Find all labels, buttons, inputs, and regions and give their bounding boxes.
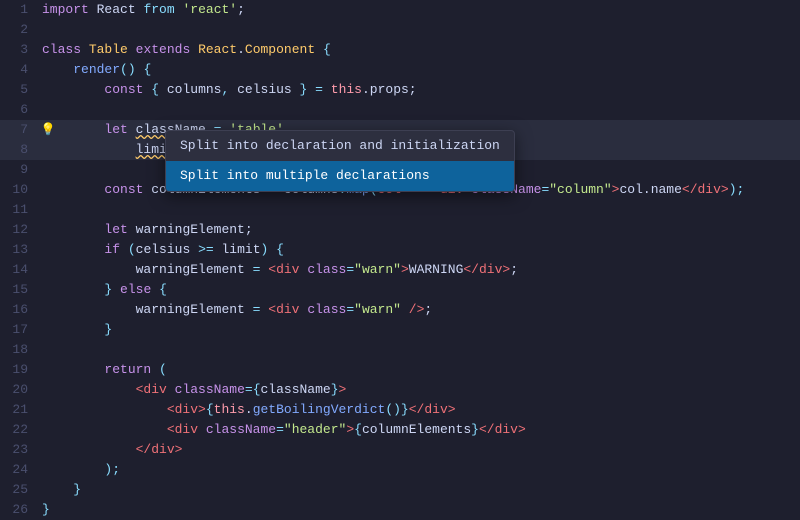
line-3: 3 class Table extends React.Component { — [0, 40, 800, 60]
line-content-12: let warningElement; — [38, 220, 800, 240]
line-number-2: 2 — [0, 20, 38, 40]
line-number-5: 5 — [0, 80, 38, 100]
line-content-26: } — [38, 500, 800, 520]
line-number-4: 4 — [0, 60, 38, 80]
line-number-13: 13 — [0, 240, 38, 260]
line-content-14: warningElement = <div class="warn">WARNI… — [38, 260, 800, 280]
line-content-23: </div> — [38, 440, 800, 460]
line-number-9: 9 — [0, 160, 38, 180]
line-number-25: 25 — [0, 480, 38, 500]
line-number-6: 6 — [0, 100, 38, 120]
line-content-17: } — [38, 320, 800, 340]
line-number-10: 10 — [0, 180, 38, 200]
line-content-4: render() { — [38, 60, 800, 80]
line-number-24: 24 — [0, 460, 38, 480]
line-content-3: class Table extends React.Component { — [38, 40, 800, 60]
line-18: 18 — [0, 340, 800, 360]
line-content-24: ); — [38, 460, 800, 480]
line-number-16: 16 — [0, 300, 38, 320]
line-number-7: 7 — [0, 120, 38, 140]
line-content-2 — [38, 20, 800, 40]
line-24: 24 ); — [0, 460, 800, 480]
line-19: 19 return ( — [0, 360, 800, 380]
line-number-3: 3 — [0, 40, 38, 60]
line-26: 26 } — [0, 500, 800, 520]
line-number-22: 22 — [0, 420, 38, 440]
lightbulb-icon[interactable]: 💡 — [38, 120, 58, 140]
line-number-15: 15 — [0, 280, 38, 300]
line-13: 13 if (celsius >= limit) { — [0, 240, 800, 260]
line-14: 14 warningElement = <div class="warn">WA… — [0, 260, 800, 280]
line-number-20: 20 — [0, 380, 38, 400]
line-content-21: <div>{this.getBoilingVerdict()}</div> — [38, 400, 800, 420]
line-number-12: 12 — [0, 220, 38, 240]
line-content-13: if (celsius >= limit) { — [38, 240, 800, 260]
line-content-16: warningElement = <div class="warn" />; — [38, 300, 800, 320]
line-content-5: const { columns, celsius } = this.props; — [38, 80, 800, 100]
line-content-25: } — [38, 480, 800, 500]
line-content-6 — [38, 100, 800, 120]
line-17: 17 } — [0, 320, 800, 340]
line-2: 2 — [0, 20, 800, 40]
line-content-20: <div className={className}> — [38, 380, 800, 400]
code-editor: 1 import React from 'react'; 2 3 class T… — [0, 0, 800, 500]
line-number-11: 11 — [0, 200, 38, 220]
line-number-17: 17 — [0, 320, 38, 340]
context-menu: Split into declaration and initializatio… — [165, 130, 515, 192]
menu-item-split-multiple[interactable]: Split into multiple declarations — [166, 161, 514, 191]
line-22: 22 <div className="header">{columnElemen… — [0, 420, 800, 440]
line-1: 1 import React from 'react'; — [0, 0, 800, 20]
line-5: 5 const { columns, celsius } = this.prop… — [0, 80, 800, 100]
line-content-11 — [38, 200, 800, 220]
line-number-19: 19 — [0, 360, 38, 380]
line-21: 21 <div>{this.getBoilingVerdict()}</div> — [0, 400, 800, 420]
line-content-19: return ( — [38, 360, 800, 380]
menu-item-split-declaration[interactable]: Split into declaration and initializatio… — [166, 131, 514, 161]
line-4: 4 render() { — [0, 60, 800, 80]
code-lines: 1 import React from 'react'; 2 3 class T… — [0, 0, 800, 520]
line-content-18 — [38, 340, 800, 360]
line-number-18: 18 — [0, 340, 38, 360]
line-number-26: 26 — [0, 500, 38, 520]
line-12: 12 let warningElement; — [0, 220, 800, 240]
line-20: 20 <div className={className}> — [0, 380, 800, 400]
line-number-1: 1 — [0, 0, 38, 20]
line-23: 23 </div> — [0, 440, 800, 460]
line-content-22: <div className="header">{columnElements}… — [38, 420, 800, 440]
line-16: 16 warningElement = <div class="warn" />… — [0, 300, 800, 320]
line-content-15: } else { — [38, 280, 800, 300]
line-number-8: 8 — [0, 140, 38, 160]
line-number-21: 21 — [0, 400, 38, 420]
line-25: 25 } — [0, 480, 800, 500]
line-15: 15 } else { — [0, 280, 800, 300]
line-number-23: 23 — [0, 440, 38, 460]
line-content-1: import React from 'react'; — [38, 0, 800, 20]
line-number-14: 14 — [0, 260, 38, 280]
line-11: 11 — [0, 200, 800, 220]
line-6: 6 — [0, 100, 800, 120]
